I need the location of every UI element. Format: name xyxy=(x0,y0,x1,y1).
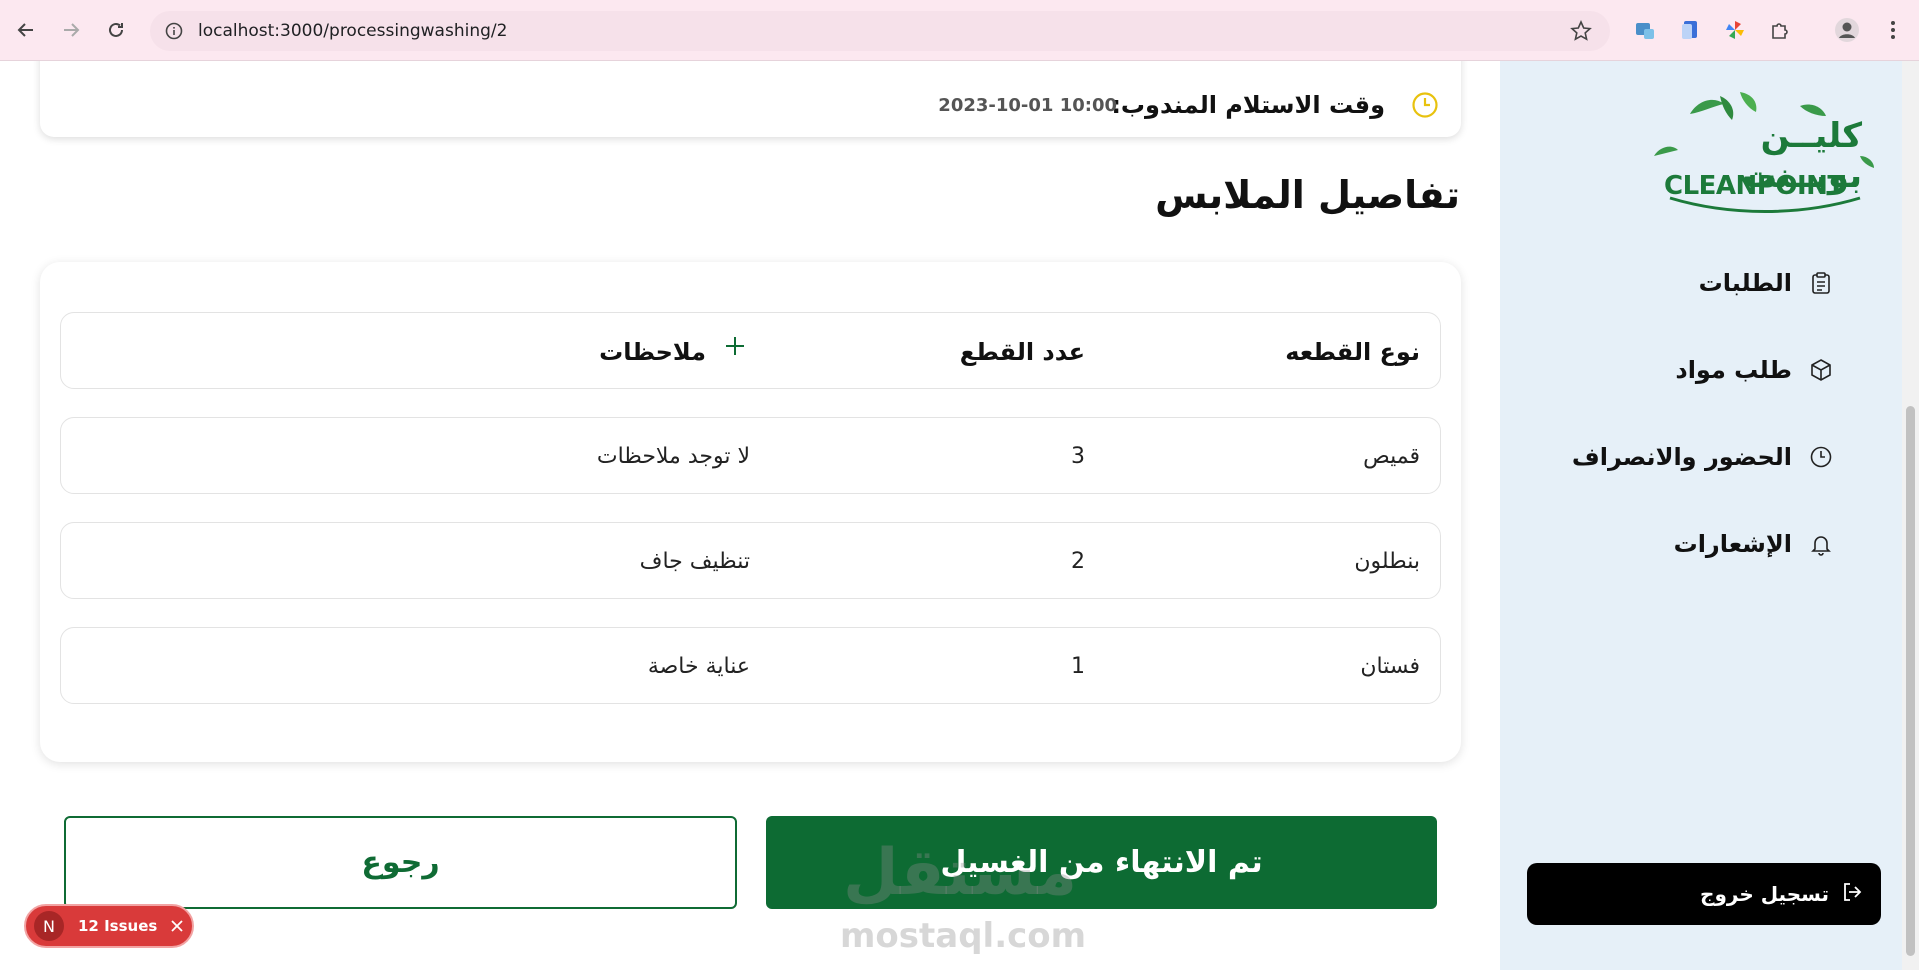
cell-notes: تنظيف جاف xyxy=(639,549,750,574)
forward-arrow-icon[interactable] xyxy=(55,14,87,46)
table-header-row: نوع القطعه عدد القطع ملاحظات xyxy=(60,312,1441,389)
finish-washing-button[interactable]: تم الانتهاء من الغسيل xyxy=(766,816,1437,909)
cell-item-type: بنطلون xyxy=(1354,549,1420,574)
back-button[interactable]: رجوع xyxy=(64,816,737,909)
main-content: وقت الاستلام المندوب: 2023-10-01 10:00 ت… xyxy=(0,61,1500,970)
browser-toolbar: localhost:3000/processingwashing/2 xyxy=(0,0,1919,61)
table-row: بنطلون 2 تنظيف جاف xyxy=(60,522,1441,599)
sidebar-item-attendance[interactable]: الحضور والانصراف xyxy=(1572,437,1834,477)
logo-english-text: CLEANPOINT xyxy=(1664,171,1845,201)
bookmark-star-icon[interactable] xyxy=(1570,20,1592,46)
add-note-plus-icon[interactable] xyxy=(720,331,750,361)
url-text[interactable]: localhost:3000/processingwashing/2 xyxy=(198,21,507,41)
dev-issues-badge[interactable]: N 12 Issues xyxy=(24,904,194,948)
logout-icon xyxy=(1841,881,1863,907)
sidebar-item-materials-request[interactable]: طلب مواد xyxy=(1675,350,1834,390)
bell-icon xyxy=(1808,531,1834,557)
clothes-details-card: نوع القطعه عدد القطع ملاحظات قميص 3 لا ت… xyxy=(40,262,1461,762)
clock-icon xyxy=(1808,444,1834,470)
cell-item-type: قميص xyxy=(1363,444,1420,469)
clothes-details-title: تفاصيل الملابس xyxy=(1155,173,1460,217)
page: وقت الاستلام المندوب: 2023-10-01 10:00 ت… xyxy=(0,61,1919,970)
cleanpoint-logo[interactable]: كليــن بويــنت CLEANPOINT xyxy=(1650,86,1880,226)
header-item-type: نوع القطعه xyxy=(1285,337,1420,366)
sidebar-item-label: الطلبات xyxy=(1698,269,1792,297)
watermark-english: mostaql.com xyxy=(840,916,1087,956)
sidebar-item-label: طلب مواد xyxy=(1675,356,1792,384)
sidebar: كليــن بويــنت CLEANPOINT الطلبات طلب مو… xyxy=(1500,61,1902,970)
browser-menu-icon[interactable] xyxy=(1880,17,1906,43)
profile-avatar-icon[interactable] xyxy=(1834,17,1860,43)
puzzle-icon[interactable] xyxy=(1767,17,1793,43)
back-arrow-icon[interactable] xyxy=(10,14,42,46)
address-bar[interactable]: localhost:3000/processingwashing/2 xyxy=(150,11,1610,51)
clipboard-icon xyxy=(1808,270,1834,296)
logout-button[interactable]: تسجيل خروج xyxy=(1527,863,1881,925)
extension-icon[interactable] xyxy=(1677,17,1703,43)
cell-item-count: 1 xyxy=(1071,654,1085,679)
box-icon xyxy=(1808,357,1834,383)
issues-count[interactable]: 12 Issues xyxy=(78,917,157,935)
pickup-time-label: وقت الاستلام المندوب: xyxy=(1111,91,1385,119)
header-notes: ملاحظات xyxy=(599,337,706,366)
nextjs-logo-icon: N xyxy=(34,911,64,941)
extension-icon[interactable] xyxy=(1722,17,1748,43)
reload-icon[interactable] xyxy=(100,14,132,46)
cell-notes: لا توجد ملاحظات xyxy=(596,444,750,469)
table-row: قميص 3 لا توجد ملاحظات xyxy=(60,417,1441,494)
cell-item-count: 2 xyxy=(1071,549,1085,574)
cell-item-count: 3 xyxy=(1071,444,1085,469)
header-item-count: عدد القطع xyxy=(959,337,1085,366)
sidebar-item-label: الحضور والانصراف xyxy=(1571,443,1792,471)
site-info-icon[interactable] xyxy=(164,21,184,41)
pickup-time-value: 2023-10-01 10:00 xyxy=(938,95,1117,116)
table-row: فستان 1 عناية خاصة xyxy=(60,627,1441,704)
clock-icon xyxy=(1411,91,1439,123)
scrollbar-thumb[interactable] xyxy=(1906,406,1915,956)
sidebar-item-notifications[interactable]: الإشعارات xyxy=(1674,524,1834,564)
cell-notes: عناية خاصة xyxy=(647,654,750,679)
extension-icon[interactable] xyxy=(1632,17,1658,43)
cell-item-type: فستان xyxy=(1360,654,1420,679)
sidebar-item-orders[interactable]: الطلبات xyxy=(1699,263,1834,303)
pickup-info-card: وقت الاستلام المندوب: 2023-10-01 10:00 xyxy=(40,61,1461,137)
close-icon[interactable] xyxy=(171,916,183,937)
sidebar-item-label: الإشعارات xyxy=(1673,530,1792,558)
page-scrollbar[interactable] xyxy=(1902,61,1919,970)
logout-label: تسجيل خروج xyxy=(1700,882,1829,906)
